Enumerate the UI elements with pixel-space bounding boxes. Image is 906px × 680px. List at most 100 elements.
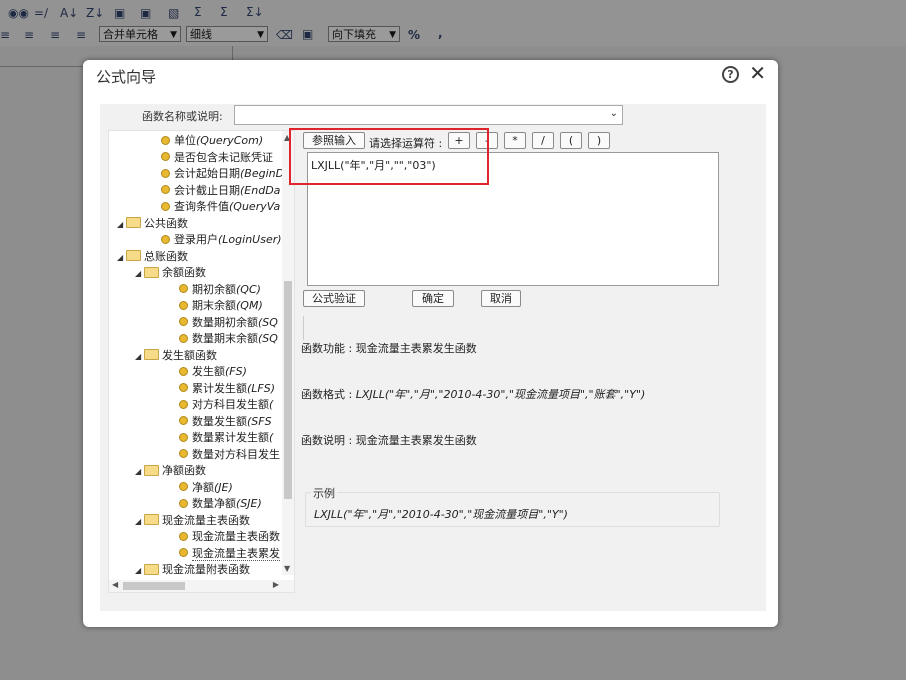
tree-leaf[interactable]: 会计起始日期(BeginD [161, 166, 284, 182]
function-bullet-icon [179, 498, 188, 508]
operator-divide-button[interactable]: / [532, 132, 554, 149]
function-explanation: 函数说明 : 现金流量主表累发生函数 [301, 432, 477, 448]
tree-item-code: (SFS [247, 414, 272, 428]
tree-leaf[interactable]: 累计发生额(LFS) [179, 381, 275, 397]
function-tree[interactable]: 单位(QueryCom) 是否包含未记账凭证 会计起始日期(BeginD 会计截止日期… [108, 130, 295, 593]
function-bullet-icon [179, 284, 188, 293]
function-name-select[interactable]: ⌄ [234, 105, 623, 125]
tree-item-code: (LoginUser) [218, 233, 282, 246]
tree-leaf[interactable]: 现金流量主表函数 [179, 529, 280, 545]
scroll-left-icon[interactable]: ◀ [112, 580, 118, 589]
tree-folder[interactable]: ◢ 发生额函数 [135, 348, 217, 364]
function-bullet-icon [179, 399, 188, 409]
validate-formula-button[interactable]: 公式验证 [303, 290, 365, 307]
function-bullet-icon [161, 185, 170, 194]
sum-icon: Σ [194, 5, 202, 19]
tree-leaf[interactable]: 期初余额(QC) [179, 282, 261, 298]
help-icon[interactable]: ? [722, 66, 739, 83]
tree-leaf[interactable]: 净额(JE) [179, 480, 233, 496]
scroll-right-icon[interactable]: ▶ [273, 580, 279, 589]
tree-leaf[interactable]: 数量累计发生额( [179, 430, 273, 446]
function-bullet-icon [179, 416, 188, 425]
operator-multiply-button[interactable]: * [504, 132, 526, 149]
tree-leaf[interactable]: 是否包含未记账凭证 [161, 150, 273, 166]
merge-cells-select: 合并单元格 ▼ [99, 26, 181, 42]
function-explanation-value: 现金流量主表累发生函数 [355, 434, 477, 447]
function-bullet-icon [161, 152, 170, 161]
tree-leaf[interactable]: 数量发生额(SFS [179, 414, 272, 430]
tree-item-label: 累计发生额 [192, 381, 247, 395]
eraser-icon: ⌫ [276, 28, 293, 42]
folder-icon [126, 217, 141, 228]
tree-folder[interactable]: ◢ 净额函数 [135, 463, 206, 479]
tree-item-label: 是否包含未记账凭证 [174, 150, 273, 164]
function-format: 函数格式 : LXJLL("年","月","2010-4-30","现金流量项目… [301, 386, 645, 402]
operator-rparen-button[interactable]: ) [588, 132, 610, 149]
tree-leaf[interactable]: 数量净额(SJE) [179, 496, 262, 512]
scroll-thumb[interactable] [123, 582, 185, 590]
folder-icon [126, 250, 141, 261]
close-icon[interactable]: ✕ [749, 61, 766, 85]
comma-icon: , [438, 26, 443, 40]
tree-item-code: (LFS) [247, 381, 276, 395]
expand-arrow-icon[interactable]: ◢ [117, 217, 126, 233]
tree-leaf[interactable]: 期末余额(QM) [179, 298, 263, 314]
tree-item-label: 登录用户 [174, 233, 218, 246]
tree-leaf[interactable]: 登录用户(LoginUser) [161, 232, 282, 248]
sort-asc-icon: A↓ [60, 6, 79, 20]
tree-item-label: 对方科目发生额 [192, 398, 269, 411]
tree-folder[interactable]: ◢ 余额函数 [135, 265, 206, 281]
function-bullet-icon [179, 333, 188, 343]
tree-leaf[interactable]: 单位(QueryCom) [161, 133, 263, 149]
tree-folder[interactable]: ◢ 总账函数 [117, 249, 188, 265]
tree-leaf[interactable]: 查询条件值(QueryVa [161, 199, 280, 215]
tree-item-code: (SQ [258, 315, 278, 329]
tree-item-label: 会计截止日期 [174, 183, 240, 197]
tree-item-label: 数量净额 [192, 497, 236, 510]
tree-leaf[interactable]: 发生额(FS) [179, 364, 247, 380]
expand-arrow-icon[interactable]: ◢ [135, 266, 144, 282]
tree-leaf[interactable]: 数量对方科目发生 [179, 447, 280, 463]
folder-icon [144, 563, 159, 575]
tree-item-label: 公共函数 [144, 216, 188, 230]
tree-item-label: 发生额函数 [162, 348, 217, 362]
tree-vertical-scrollbar[interactable]: ▲ ▼ [282, 131, 294, 575]
function-format-label: 函数格式 : [301, 388, 353, 401]
chevron-down-icon: ⌄ [609, 108, 618, 119]
expand-arrow-icon[interactable]: ◢ [135, 464, 144, 480]
tree-leaf[interactable]: 数量期末余额(SQ [179, 331, 278, 347]
fill-down-select: 向下填充 ▼ [328, 26, 400, 42]
tree-leaf[interactable]: 现金流量主表累发 [179, 546, 280, 562]
folder-icon [144, 464, 159, 476]
tree-item-code: ( [269, 431, 274, 444]
function-name-label: 函数名称或说明: [142, 110, 223, 123]
line-style-select: 细线 ▼ [186, 26, 268, 42]
function-format-value: LXJLL("年","月","2010-4-30","现金流量项目","账套",… [355, 388, 646, 401]
expand-arrow-icon[interactable]: ◢ [135, 514, 144, 530]
tree-item-code: (QC) [236, 282, 261, 296]
tree-leaf[interactable]: 对方科目发生额( [179, 397, 273, 413]
tree-item-label: 数量期初余额 [192, 315, 258, 329]
expand-arrow-icon[interactable]: ◢ [135, 563, 144, 579]
tree-item-code: (QueryCom) [196, 134, 264, 147]
scroll-thumb[interactable] [284, 281, 292, 499]
align-left-icon: ≡ [0, 28, 11, 42]
function-bullet-icon [179, 317, 188, 326]
function-bullet-icon [179, 300, 188, 310]
tree-folder[interactable]: ◢ 公共函数 [117, 216, 188, 232]
tree-leaf[interactable]: 会计截止日期(EndDa [161, 183, 280, 199]
function-bullet-icon [161, 234, 170, 244]
operator-lparen-button[interactable]: ( [560, 132, 582, 149]
tree-item-code: (QueryVa [229, 200, 281, 213]
scroll-down-icon[interactable]: ▼ [284, 564, 290, 573]
tree-folder[interactable]: ◢ 现金流量附表函数 [135, 562, 250, 578]
expand-arrow-icon[interactable]: ◢ [135, 349, 144, 365]
paste-special-icon: ▣ [140, 6, 152, 20]
tree-horizontal-scrollbar[interactable]: ◀ ▶ [109, 580, 294, 592]
tree-item-label: 现金流量主表函数 [192, 530, 280, 543]
ok-button[interactable]: 确定 [412, 290, 454, 307]
tree-folder[interactable]: ◢ 现金流量主表函数 [135, 513, 250, 529]
cancel-button[interactable]: 取消 [481, 290, 521, 307]
expand-arrow-icon[interactable]: ◢ [117, 250, 126, 266]
tree-leaf[interactable]: 数量期初余额(SQ [179, 315, 278, 331]
